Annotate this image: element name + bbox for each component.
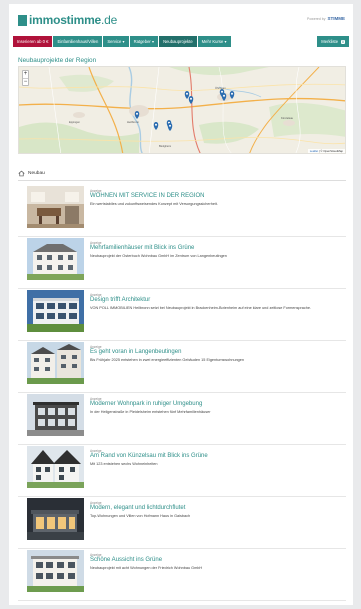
list-heading: Neubau — [18, 167, 346, 181]
map-marker-icon[interactable] — [188, 96, 194, 104]
listing-thumbnail[interactable] — [27, 394, 84, 436]
listing-item[interactable]: Anzeige Schöne Aussicht ins Grüne Neubau… — [18, 549, 346, 601]
map-marker-icon[interactable] — [167, 123, 173, 131]
listing-title[interactable]: Es geht voran in Langenbeutingen — [90, 349, 345, 356]
listing-item[interactable]: Anzeige Design trifft Architektur VON PO… — [18, 289, 346, 341]
listing-title[interactable]: Schöne Aussicht ins Grüne — [90, 557, 345, 564]
listing-title[interactable]: Am Rand von Künzelsau mit Blick ins Grün… — [90, 453, 345, 460]
listing-thumbnail[interactable] — [27, 238, 84, 280]
listing-item[interactable]: Anzeige WOHNEN MIT SERVICE IN DER REGION… — [18, 185, 346, 237]
listing-description: Ein wertstabiles und zukunftsweisendes K… — [90, 202, 218, 206]
logo-mark-icon — [18, 14, 27, 26]
powered-by[interactable]: Powered by STIMME — [307, 16, 345, 21]
logo-text: immostimme.de — [29, 13, 117, 27]
nav-item-mehr[interactable]: Mehr Kurse ▾ — [197, 36, 232, 47]
listing-thumbnail[interactable] — [27, 498, 84, 540]
powered-label: Powered by — [307, 16, 326, 21]
zoom-in-button[interactable]: + — [23, 71, 28, 78]
listing-item[interactable]: Anzeige Mehrfamilienhäuser mit Blick ins… — [18, 237, 346, 289]
listing-title[interactable]: Design trifft Architektur — [90, 297, 345, 304]
map-zoom-control: + − — [22, 70, 29, 86]
listing-description: Bis Frühjahr 2025 entstehen in zwei ener… — [90, 358, 245, 362]
nav-item-neubauprojekte[interactable]: Neubauprojekte — [159, 36, 198, 47]
osm-attribution[interactable]: | © OpenStreetMap — [318, 149, 343, 153]
listing-description: In der Heilgenstraße in Pleidelsheim ent… — [90, 410, 211, 414]
page: immostimme.de Powered by STIMME Inserier… — [9, 4, 353, 605]
listing-item[interactable]: Anzeige Es geht voran in Langenbeutingen… — [18, 341, 346, 393]
logo-domain: .de — [101, 13, 118, 27]
merkliste-count-badge: 0 — [341, 39, 345, 44]
map-marker-icon[interactable] — [184, 91, 190, 99]
list-heading-label: Neubau — [28, 171, 45, 176]
listing-description: Mit 123 entstehen sechs Wohneinheiten — [90, 462, 158, 466]
site-logo[interactable]: immostimme.de — [18, 13, 117, 27]
nav-item-inserieren[interactable]: Inserieren ab 0 € — [13, 36, 54, 47]
site-header: immostimme.de Powered by STIMME — [9, 4, 353, 34]
nav-item-ratgeber[interactable]: Ratgeber ▾ — [129, 36, 160, 47]
powered-brand: STIMME — [327, 16, 346, 21]
listing-title[interactable]: WOHNEN MIT SERVICE IN DER REGION — [90, 193, 345, 200]
map-marker-icon[interactable] — [221, 93, 227, 101]
listing-title[interactable]: Modern, elegant und lichtdurchflutet — [90, 505, 345, 512]
listing-description: VON POLL IMMOBILIEN Heilbronn setzt bei … — [90, 306, 312, 310]
listing-description: Neubauprojekt mit acht Wohnungen der Fri… — [90, 566, 203, 570]
listing-description: Neubauprojekt der Osterbuch Wohnbau GmbH… — [90, 254, 227, 258]
zoom-out-button[interactable]: − — [23, 78, 28, 85]
merkliste-button[interactable]: Merkliste 0 — [317, 36, 349, 47]
nav-item-einfamilienhaus[interactable]: Einfamilienhaus/Villen — [53, 36, 104, 47]
home-icon — [18, 170, 25, 177]
merkliste-label: Merkliste — [321, 39, 339, 44]
map-markers — [134, 89, 235, 131]
listing-thumbnail[interactable] — [27, 342, 84, 384]
listing-item[interactable]: Anzeige Modern, elegant und lichtdurchfl… — [18, 497, 346, 549]
listing-thumbnail[interactable] — [27, 446, 84, 488]
listing-title[interactable]: Moderner Wohnpark in ruhiger Umgebung — [90, 401, 345, 408]
main-nav: Inserieren ab 0 € Einfamilienhaus/Villen… — [13, 36, 349, 47]
leaflet-link[interactable]: Leaflet — [310, 149, 318, 153]
map-marker-icon[interactable] — [153, 122, 159, 130]
section-title: Neubauprojekte der Region — [18, 57, 97, 64]
map-marker-icon[interactable] — [229, 91, 235, 99]
listing-title[interactable]: Mehrfamilienhäuser mit Blick ins Grüne — [90, 245, 345, 252]
logo-name: immostimme — [29, 13, 102, 27]
listing-thumbnail[interactable] — [27, 186, 84, 228]
map-attribution: Leaflet | © OpenStreetMap — [307, 149, 345, 153]
nav-item-service[interactable]: Service ▾ — [103, 36, 130, 47]
listing-item[interactable]: Anzeige Am Rand von Künzelsau mit Blick … — [18, 445, 346, 497]
listing-thumbnail[interactable] — [27, 550, 84, 592]
map-marker-icon[interactable] — [134, 111, 140, 119]
listing-item[interactable]: Anzeige Moderner Wohnpark in ruhiger Umg… — [18, 393, 346, 445]
listing-description: Top-Wohnungen und Villen von Hofmann Hau… — [90, 514, 191, 518]
project-map[interactable]: Heilbronn Öhringen Künzelsau Eppingen Bi… — [18, 66, 346, 154]
listing-thumbnail[interactable] — [27, 290, 84, 332]
